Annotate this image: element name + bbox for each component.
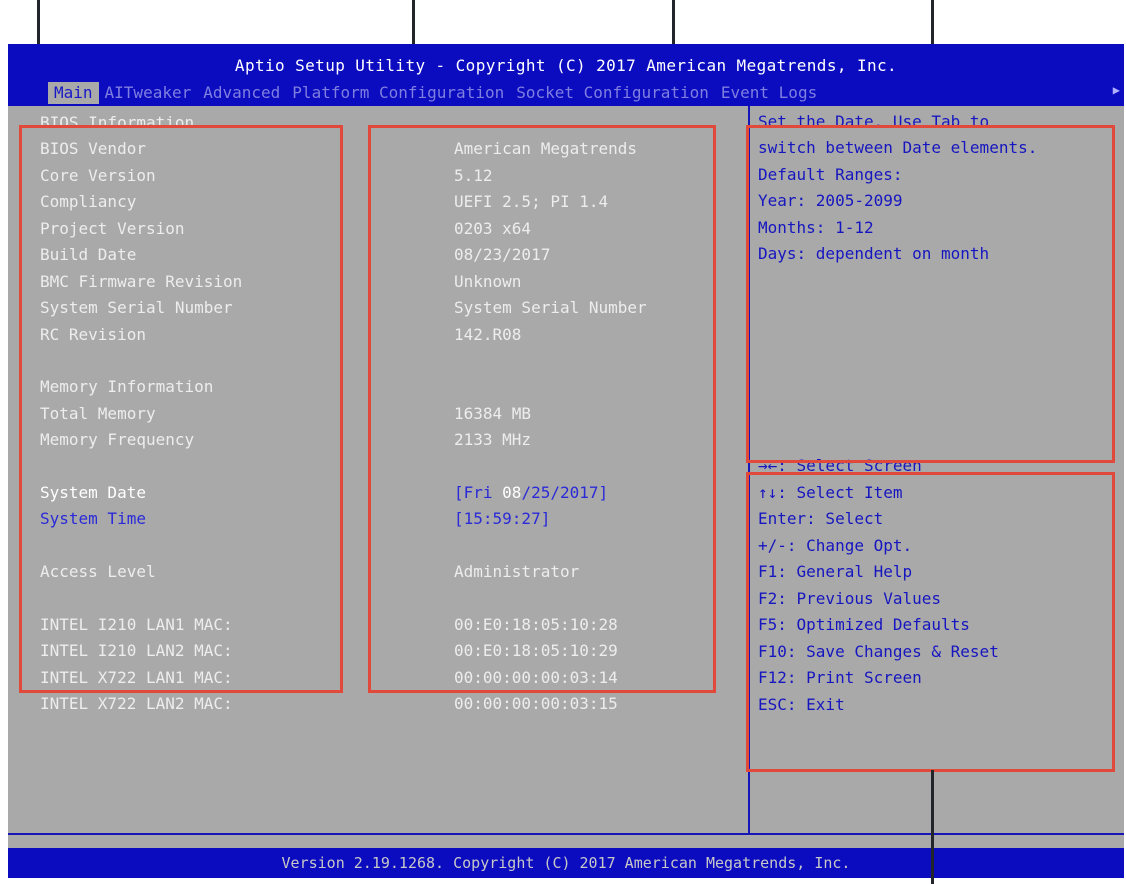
tab-socket-configuration[interactable]: Socket Configuration (510, 82, 715, 104)
annotation-box-labels (19, 125, 343, 693)
tab-bar: Main AITweaker Advanced Platform Configu… (48, 82, 823, 104)
tab-platform-configuration[interactable]: Platform Configuration (286, 82, 510, 104)
tab-aitweaker[interactable]: AITweaker (99, 82, 198, 104)
annotation-box-values (368, 125, 716, 693)
triangle-right-icon[interactable]: ▶ (1113, 83, 1120, 97)
tab-advanced[interactable]: Advanced (197, 82, 286, 104)
app-title: Aptio Setup Utility - Copyright (C) 2017… (234, 56, 898, 75)
tab-main[interactable]: Main (48, 82, 99, 104)
annotation-box-help (746, 125, 1115, 463)
pane-bottom-border (8, 833, 1124, 835)
label-x722-lan2-mac: INTEL X722 LAN2 MAC: (40, 694, 233, 713)
header-bar: Aptio Setup Utility - Copyright (C) 2017… (8, 44, 1124, 106)
value-x722-lan2-mac: 00:00:00:00:03:15 (454, 694, 618, 713)
tab-event-logs[interactable]: Event Logs (715, 82, 823, 104)
pointer-line-keys (931, 770, 934, 884)
footer-bar: Version 2.19.1268. Copyright (C) 2017 Am… (8, 848, 1124, 878)
annotation-box-keys (746, 472, 1115, 772)
